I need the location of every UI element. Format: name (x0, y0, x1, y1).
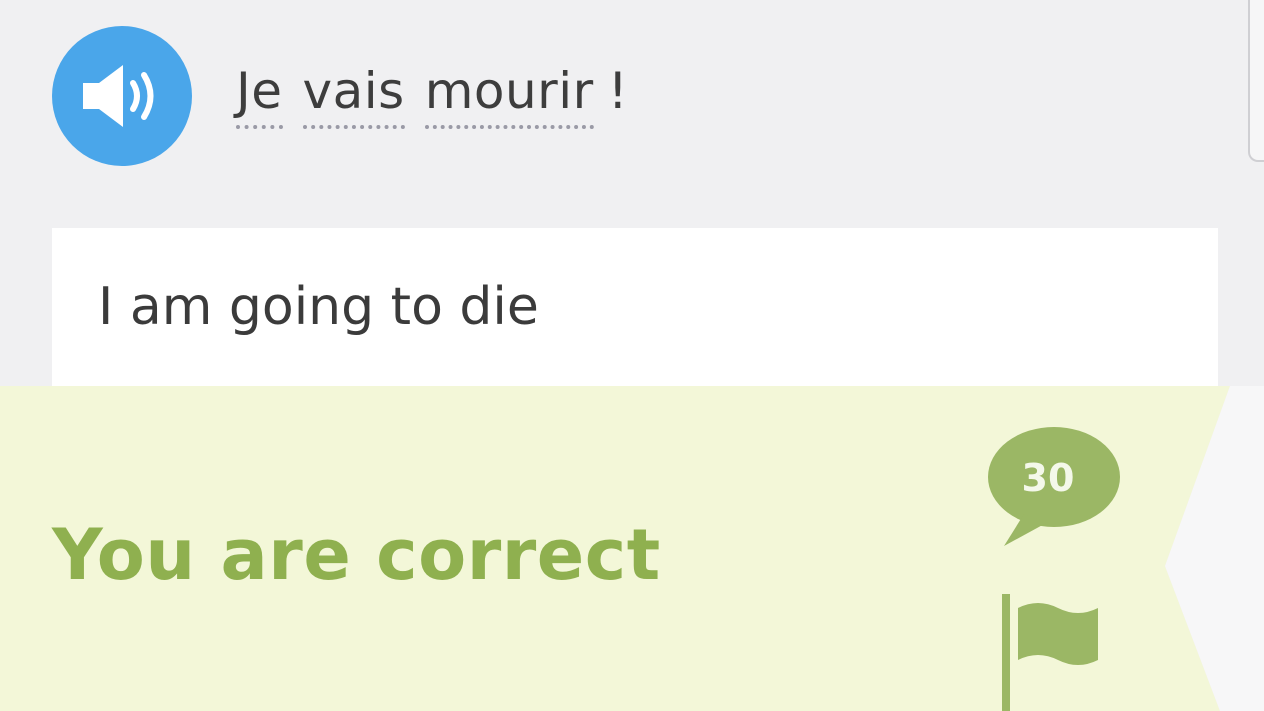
result-banner: You are correct 30 (0, 386, 1264, 711)
prompt-punctuation: ! (607, 61, 629, 120)
scrollbar[interactable] (1248, 0, 1264, 162)
answer-field[interactable]: I am going to die (52, 228, 1218, 386)
prompt-word[interactable]: Je (236, 63, 283, 129)
prompt-word[interactable]: vais (302, 63, 405, 129)
flag-icon (1002, 594, 1098, 711)
discussion-count: 30 (1021, 456, 1075, 500)
report-button[interactable] (998, 594, 1108, 711)
prompt-sentence: Je vais mourir ! (236, 61, 629, 129)
result-message: You are correct (52, 514, 661, 596)
play-audio-button[interactable] (52, 26, 192, 166)
speaker-icon (83, 65, 154, 127)
lesson-screen: Je vais mourir ! I am going to die You a… (0, 0, 1264, 711)
prompt-row: Je vais mourir ! (52, 26, 628, 166)
answer-text: I am going to die (98, 277, 539, 337)
prompt-word[interactable]: mourir (424, 63, 594, 129)
discussion-button[interactable]: 30 (986, 422, 1122, 552)
